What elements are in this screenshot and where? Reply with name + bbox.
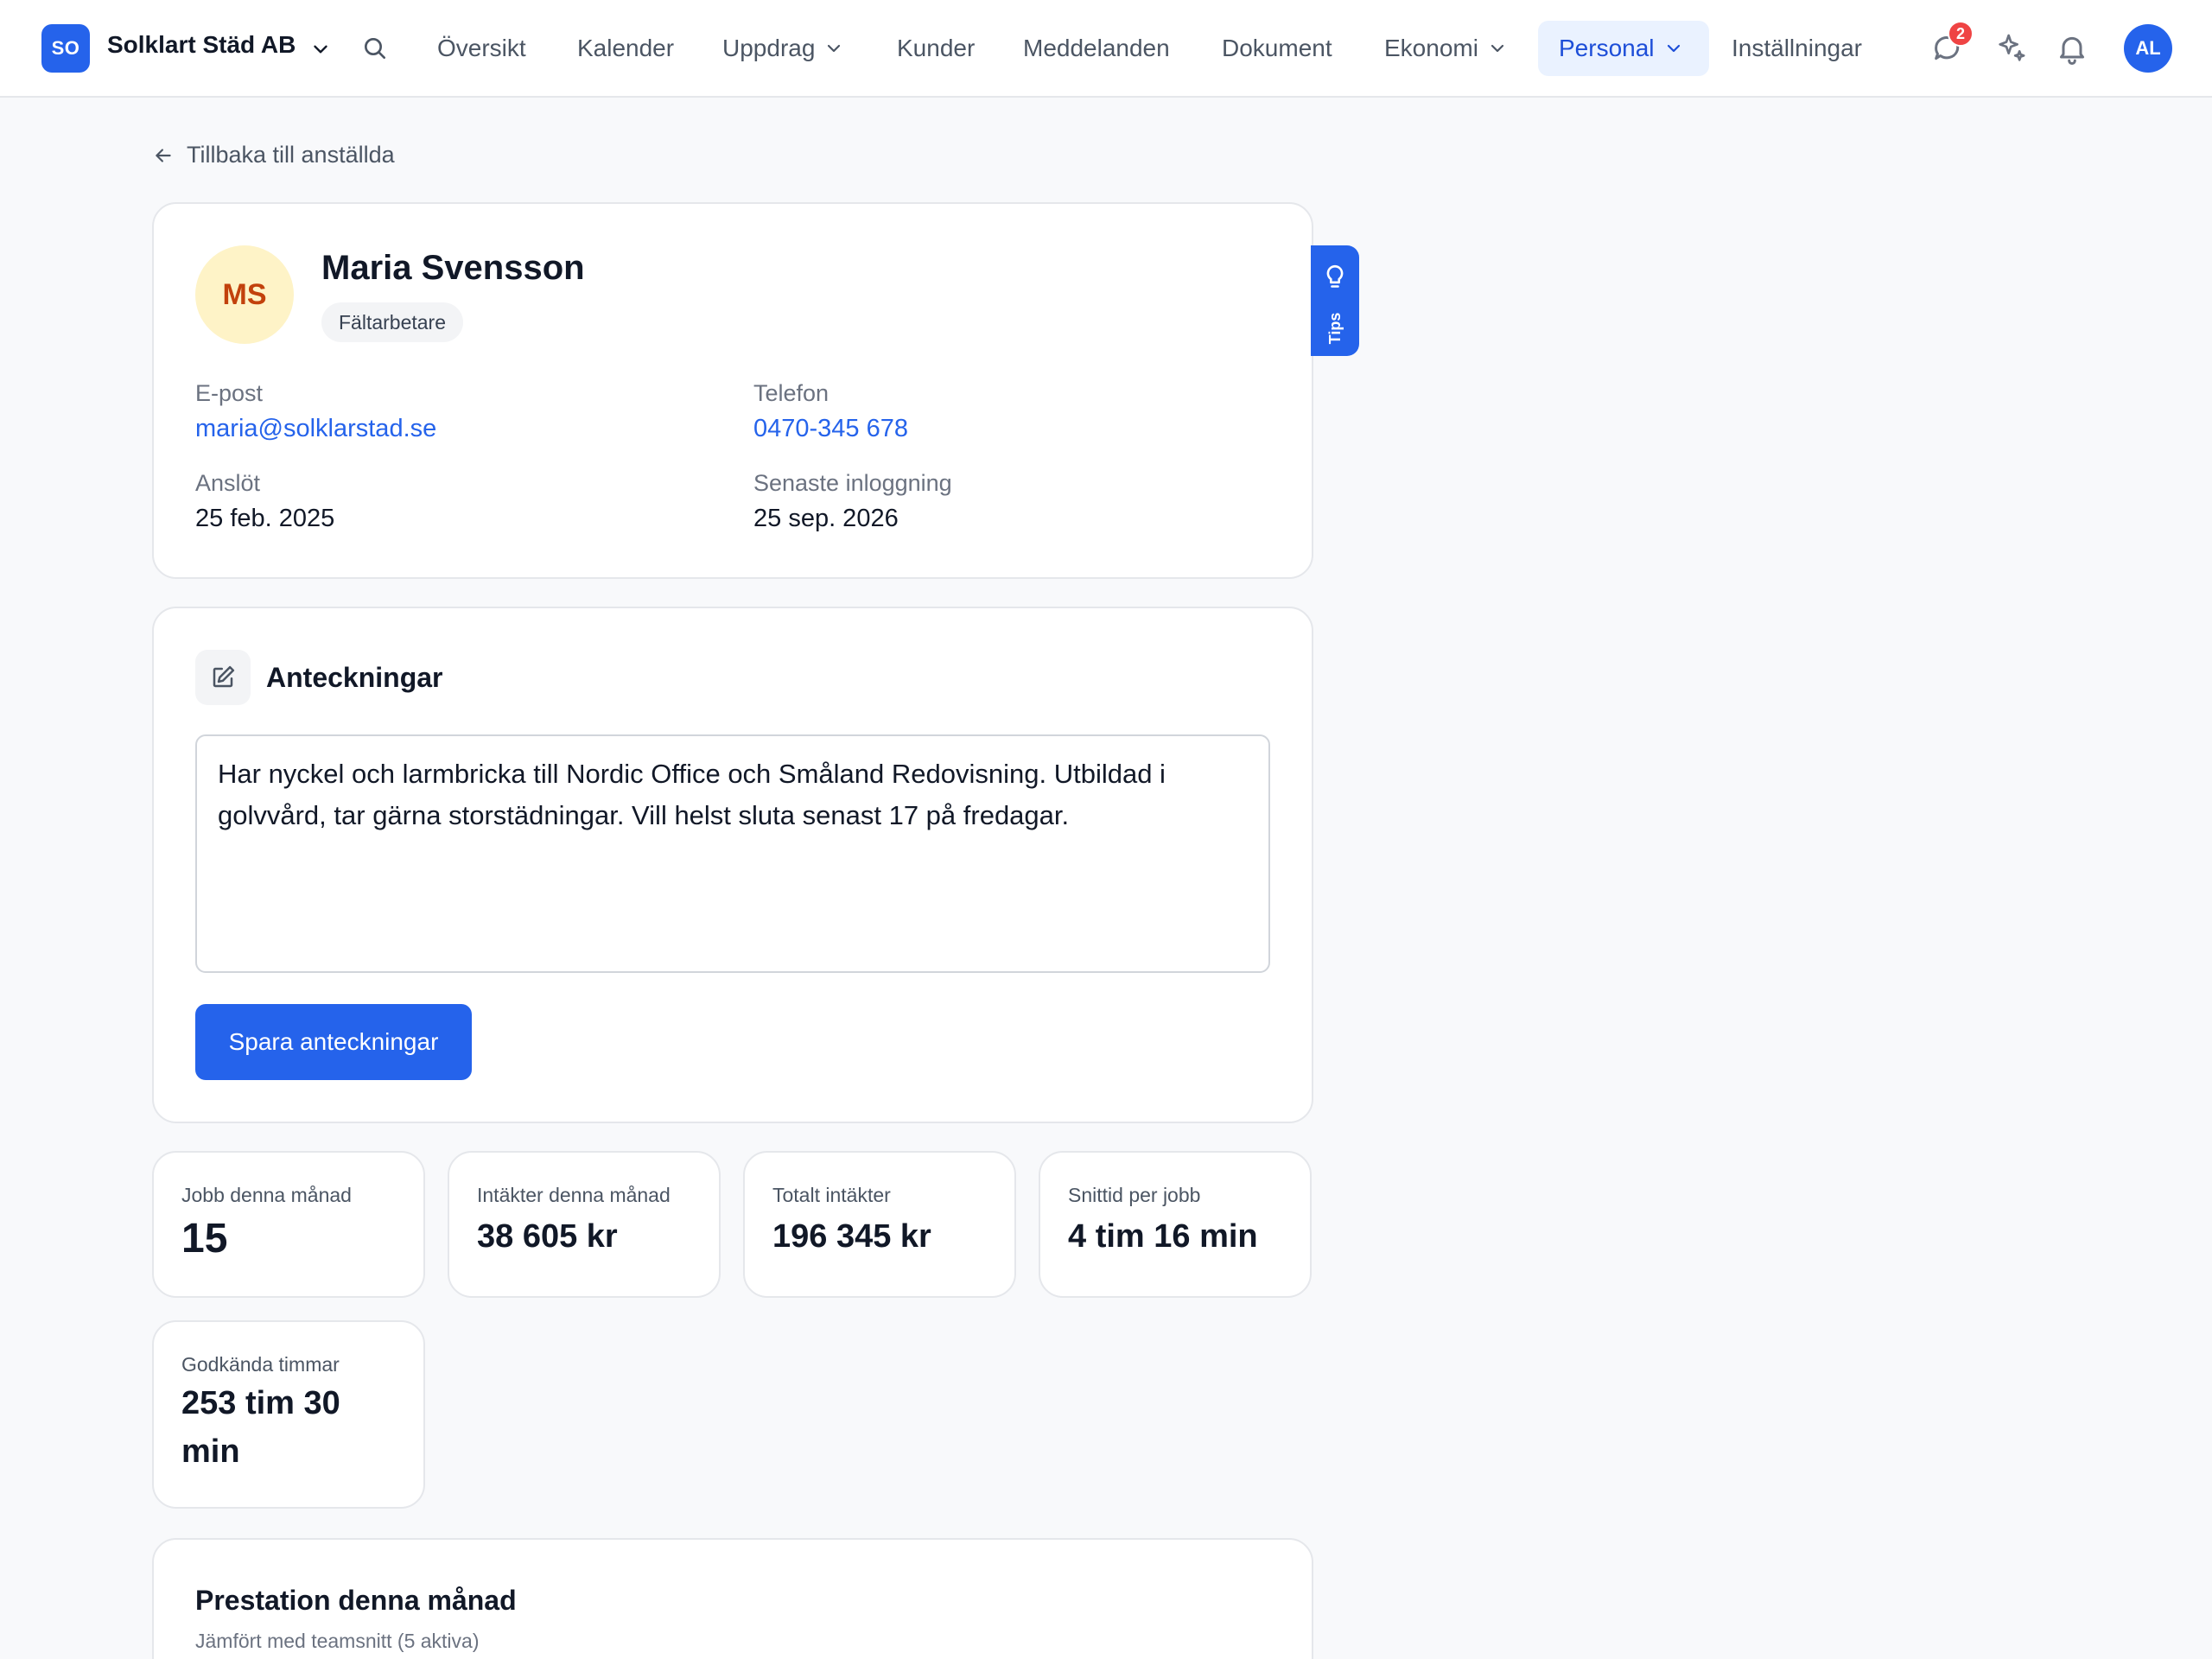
save-notes-button[interactable]: Spara anteckningar [195,1004,472,1080]
role-badge: Fältarbetare [321,302,464,342]
last-login-date: 25 sep. 2026 [753,505,899,532]
notes-textarea[interactable]: Har nyckel och larmbricka till Nordic Of… [195,734,1270,973]
notes-title: Anteckningar [266,662,443,693]
nav-item-installningar[interactable]: Inställningar [1711,21,1883,76]
last-login-label: Senaste inloggning [753,470,952,496]
chevron-down-icon[interactable] [309,38,332,60]
user-avatar[interactable]: AL [2124,24,2172,73]
company-logo[interactable]: SO [41,24,90,73]
email-label: E-post [195,380,264,406]
email-link[interactable]: maria@solklarstad.se [195,415,436,443]
notes-card: Anteckningar Har nyckel och larmbricka t… [152,607,1313,1123]
stat-value: 38 605 kr [477,1218,618,1255]
stat-label: Intäkter denna månad [477,1184,671,1206]
stat-value: 15 [181,1216,228,1262]
bell-icon[interactable] [2055,31,2089,66]
notes-icon-wrap [195,650,251,705]
company-name[interactable]: Solklart Städ AB [107,31,296,59]
message-count-badge: 2 [1948,21,1974,47]
lightbulb-icon [1326,264,1344,288]
nav-item-kalender[interactable]: Kalender [556,21,695,76]
edit-icon [213,665,235,688]
performance-subtitle: Jämfört med teamsnitt (5 aktiva) [195,1630,480,1652]
stat-card-jobs-month: Jobb denna månad 15 [152,1151,425,1298]
avatar: MS [195,245,294,344]
nav-item-uppdrag[interactable]: Uppdrag [702,21,865,76]
arrow-left-icon [156,148,171,162]
tips-tab[interactable]: Tips [1311,245,1359,356]
chevron-down-icon [1667,44,1680,53]
nav-item-ekonomi[interactable]: Ekonomi [1363,21,1529,76]
stat-label: Jobb denna månad [181,1184,352,1206]
nav-item-oversikt[interactable]: Översikt [416,21,547,76]
phone-label: Telefon [753,380,830,406]
chevron-down-icon [1491,44,1504,53]
stat-value: 253 tim 30 min [181,1385,340,1470]
back-to-employees-link[interactable]: Tillbaka till anställda [152,142,395,168]
stat-card-approved-hours: Godkända timmar 253 tim 30 min [152,1320,425,1509]
nav-item-kunder[interactable]: Kunder [876,21,995,76]
tips-label: Tips [1326,312,1344,345]
stat-label: Totalt intäkter [772,1184,891,1206]
sparkle-icon[interactable] [1994,31,2029,66]
employee-profile-card: MS Maria Svensson Fältarbetare E-post ma… [152,202,1313,579]
joined-date: 25 feb. 2025 [195,505,335,532]
search-icon[interactable] [361,35,389,62]
employee-name: Maria Svensson [321,249,585,287]
stat-label: Snittid per jobb [1068,1184,1201,1206]
joined-label: Anslöt [195,470,261,496]
performance-title: Prestation denna månad [195,1585,517,1616]
nav-item-meddelanden[interactable]: Meddelanden [1002,21,1191,76]
stat-value: 4 tim 16 min [1068,1218,1258,1255]
phone-link[interactable]: 0470-345 678 [753,415,908,443]
stat-card-total-revenue: Totalt intäkter 196 345 kr [743,1151,1016,1298]
stat-label: Godkända timmar [181,1353,340,1376]
nav-item-dokument[interactable]: Dokument [1201,21,1353,76]
stat-value: 196 345 kr [772,1218,931,1255]
stat-card-avg-time: Snittid per jobb 4 tim 16 min [1039,1151,1312,1298]
nav-item-personal[interactable]: Personal [1538,21,1709,76]
stat-card-revenue-month: Intäkter denna månad 38 605 kr [448,1151,721,1298]
performance-card: Prestation denna månad Jämfört med teams… [152,1538,1313,1659]
chevron-down-icon [828,44,841,53]
top-navigation: SO Solklart Städ AB Översikt Kalender Up… [0,0,2212,98]
